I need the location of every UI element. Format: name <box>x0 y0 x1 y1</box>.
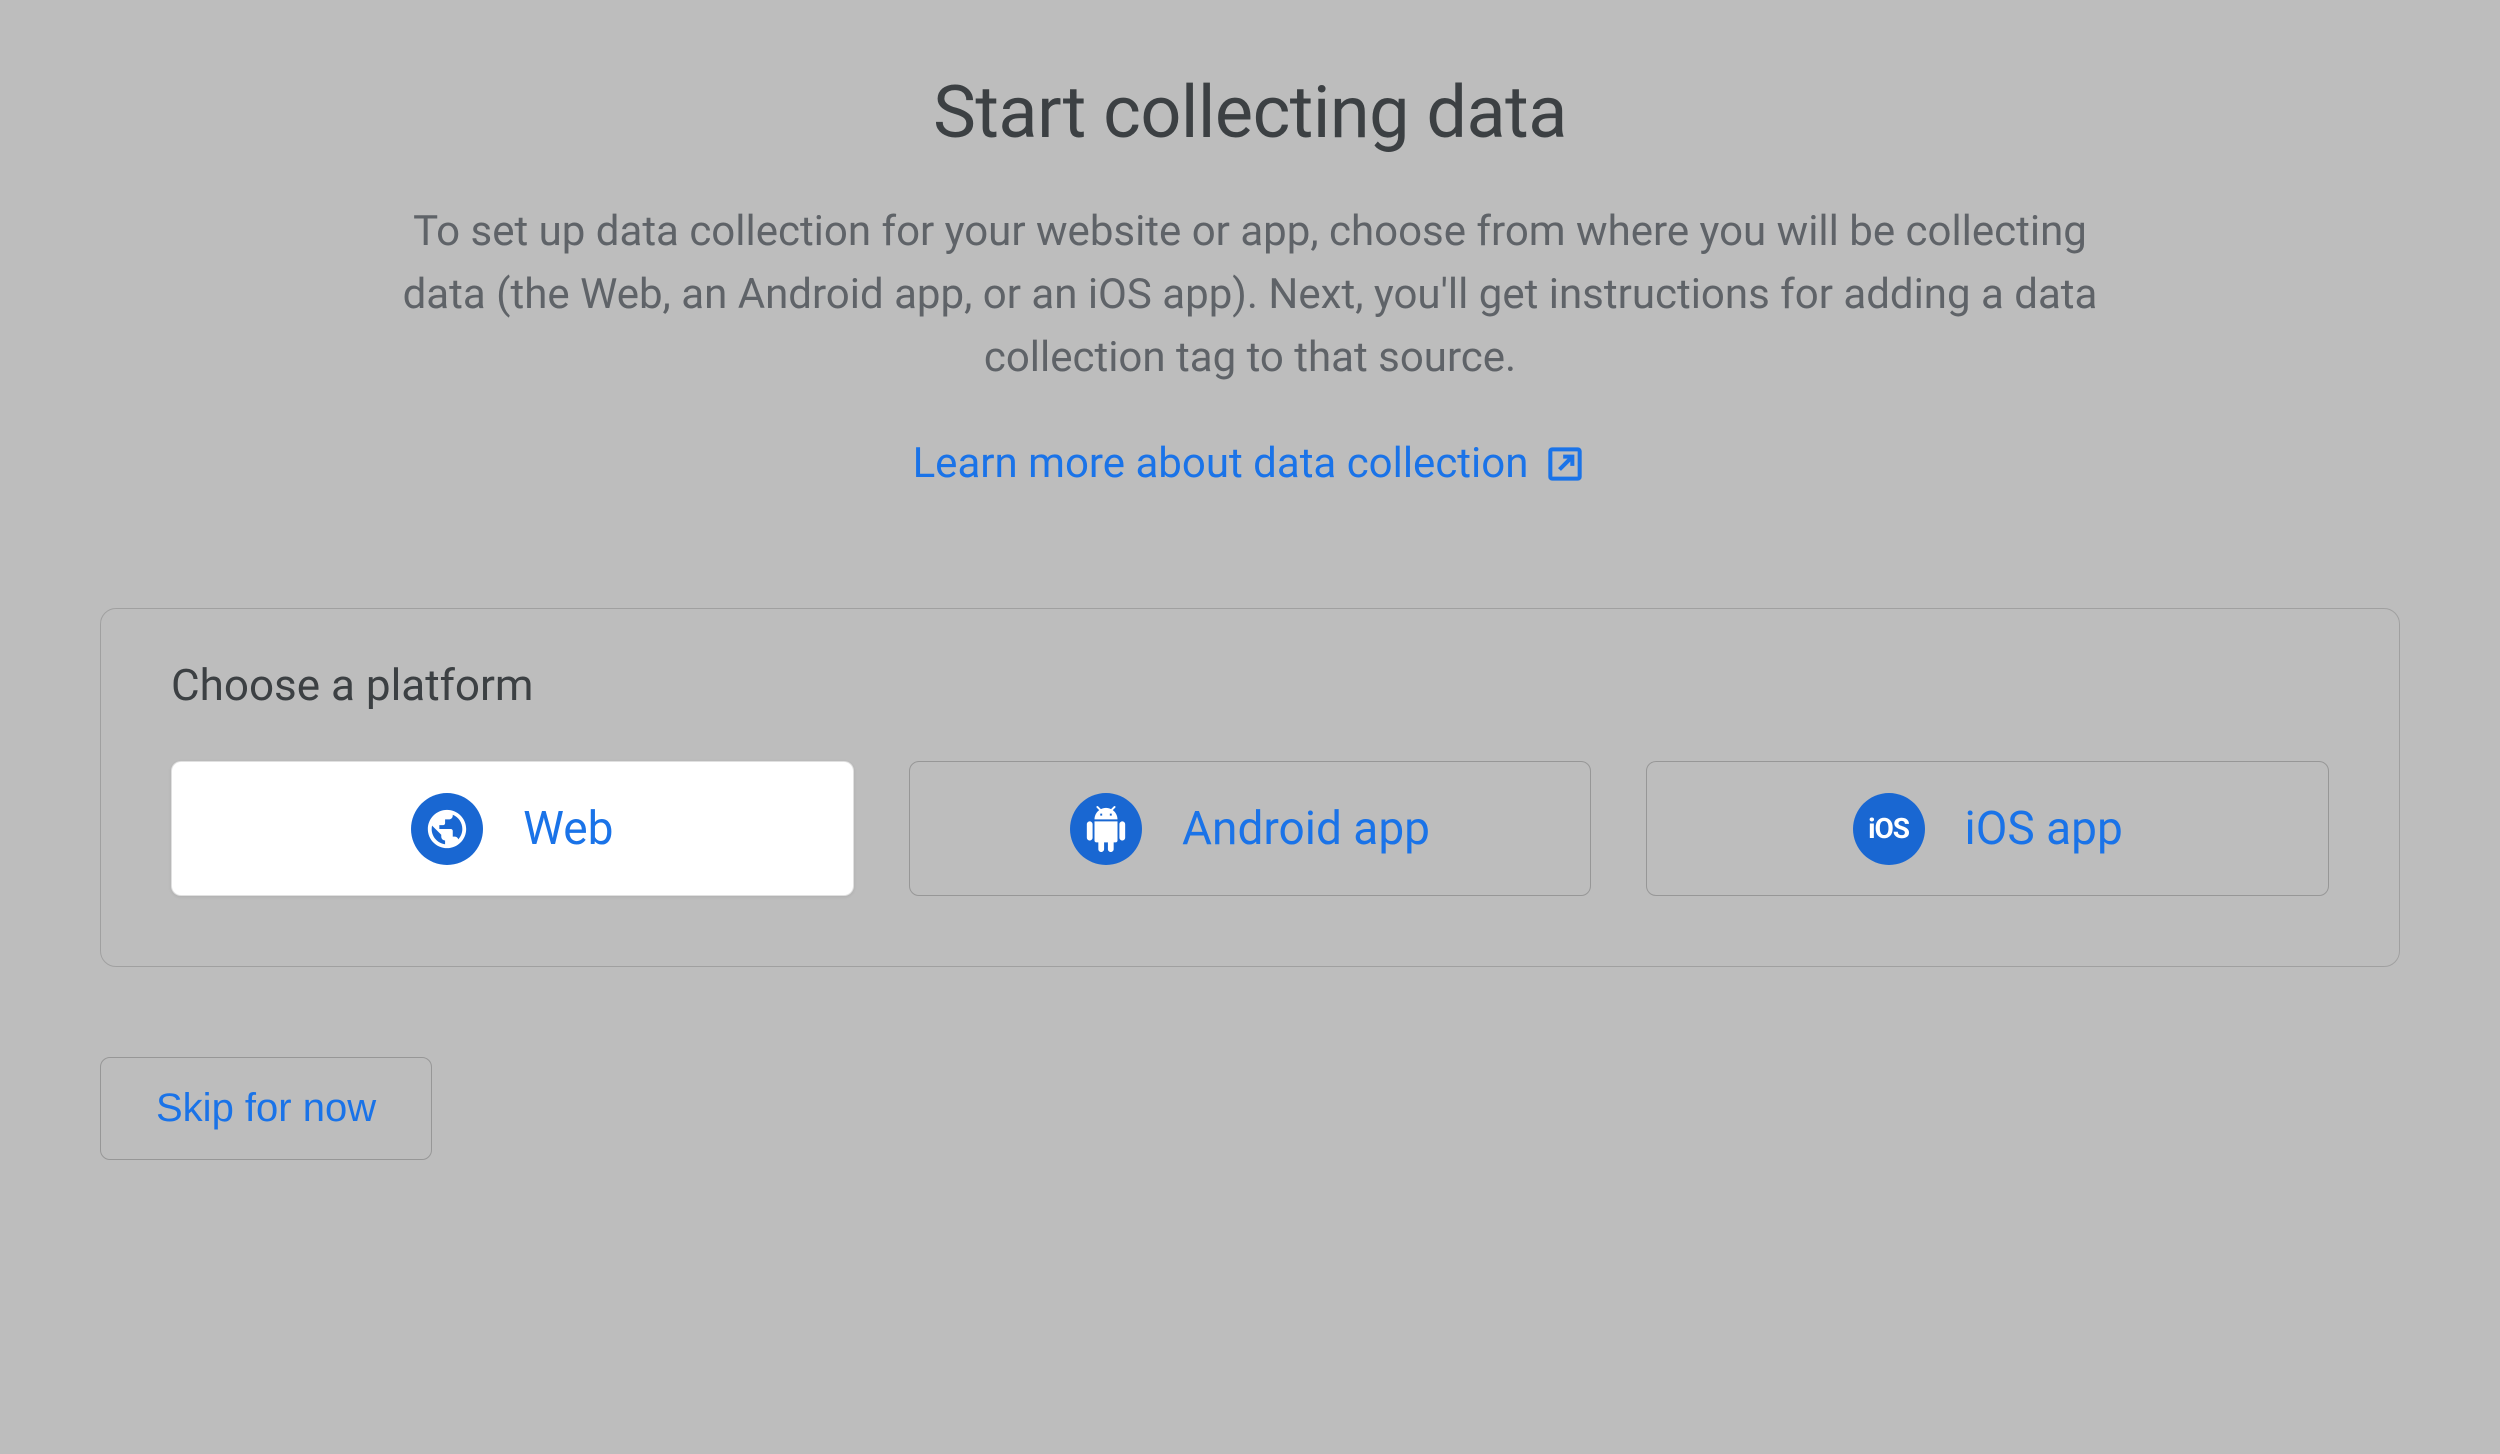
android-icon <box>1070 793 1142 865</box>
platform-option-web[interactable]: Web <box>171 761 854 896</box>
ios-icon: iOS <box>1853 793 1925 865</box>
platform-option-ios-label: iOS app <box>1965 802 2123 856</box>
platform-option-web-label: Web <box>523 802 613 856</box>
page-description: To set up data collection for your websi… <box>400 200 2100 389</box>
platform-option-android-label: Android app <box>1182 802 1430 856</box>
platform-options-row: Web Android app iOS iOS app <box>171 761 2329 896</box>
globe-icon <box>411 793 483 865</box>
skip-button-label: Skip for now <box>156 1086 376 1131</box>
platform-section-label: Choose a platform <box>171 659 2329 711</box>
onboarding-data-collection: Start collecting data To set up data col… <box>100 70 2400 1160</box>
learn-more-link[interactable]: Learn more about data collection <box>100 439 2400 488</box>
platform-chooser-card: Choose a platform Web Android app <box>100 608 2400 967</box>
platform-option-android[interactable]: Android app <box>909 761 1592 896</box>
learn-more-label: Learn more about data collection <box>913 439 1529 488</box>
skip-for-now-button[interactable]: Skip for now <box>100 1057 432 1160</box>
platform-option-ios[interactable]: iOS iOS app <box>1646 761 2329 896</box>
page-title: Start collecting data <box>100 70 2400 155</box>
open-in-new-icon <box>1543 442 1587 486</box>
